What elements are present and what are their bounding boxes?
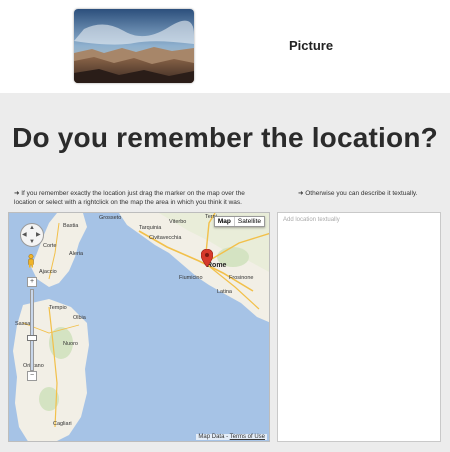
map-place-label: Grosseto xyxy=(99,215,122,221)
map-place-label: Tarquinia xyxy=(139,225,162,231)
map-place-label: Nuoro xyxy=(63,341,78,347)
picture-header xyxy=(0,0,450,93)
map-place-label: Frosinone xyxy=(229,275,254,281)
map-instruction: ➜ If you remember exactly the location j… xyxy=(14,190,245,206)
map-type-control: Map Satellite xyxy=(213,216,265,227)
map-footer-separator: - xyxy=(226,434,229,440)
pan-right-icon[interactable]: ▶ xyxy=(36,232,41,238)
map-place-label: Latina xyxy=(217,289,232,295)
zoom-control: + − xyxy=(27,277,37,381)
pan-up-icon[interactable]: ▲ xyxy=(29,225,35,231)
street-view-pegman-icon[interactable] xyxy=(27,254,35,268)
picture-label: Picture xyxy=(289,38,334,53)
map-place-label: Olbia xyxy=(73,315,86,321)
text-instruction: ➜ Otherwise you can describe it textuall… xyxy=(298,190,418,197)
location-map[interactable]: Civitavecchia Tarquinia Viterbo Terni Ro… xyxy=(8,212,270,442)
map-place-label: Cagliari xyxy=(53,421,72,427)
map-place-label: Ajaccio xyxy=(39,269,57,275)
picture-thumbnail xyxy=(74,9,194,83)
location-marker[interactable] xyxy=(201,249,213,267)
pan-left-icon[interactable]: ◀ xyxy=(22,232,27,238)
pan-control[interactable]: ▲ ▼ ◀ ▶ xyxy=(20,223,44,247)
map-type-satellite-button[interactable]: Satellite xyxy=(235,217,264,226)
location-text-input[interactable] xyxy=(277,212,441,442)
pan-down-icon[interactable]: ▼ xyxy=(29,239,35,245)
zoom-handle[interactable] xyxy=(27,335,37,341)
page-title: Do you remember the location? xyxy=(12,122,438,153)
map-footer: Map Data - Terms of Use xyxy=(196,434,267,440)
map-place-label: Aleria xyxy=(69,251,84,257)
zoom-in-button[interactable]: + xyxy=(27,277,37,287)
map-place-label: Tempio xyxy=(49,305,67,311)
zoom-track[interactable] xyxy=(30,289,34,371)
map-place-label: Viterbo xyxy=(169,219,187,225)
map-place-label: Bastia xyxy=(63,223,79,229)
map-data-link[interactable]: Map Data xyxy=(198,434,224,440)
map-type-map-button[interactable]: Map xyxy=(215,217,235,226)
zoom-out-button[interactable]: − xyxy=(27,371,37,381)
terms-of-use-link[interactable]: Terms of Use xyxy=(230,434,265,440)
map-place-label: Civitavecchia xyxy=(149,235,182,241)
map-place-label: Corte xyxy=(43,243,57,249)
map-place-label: Fiumicino xyxy=(179,275,203,281)
